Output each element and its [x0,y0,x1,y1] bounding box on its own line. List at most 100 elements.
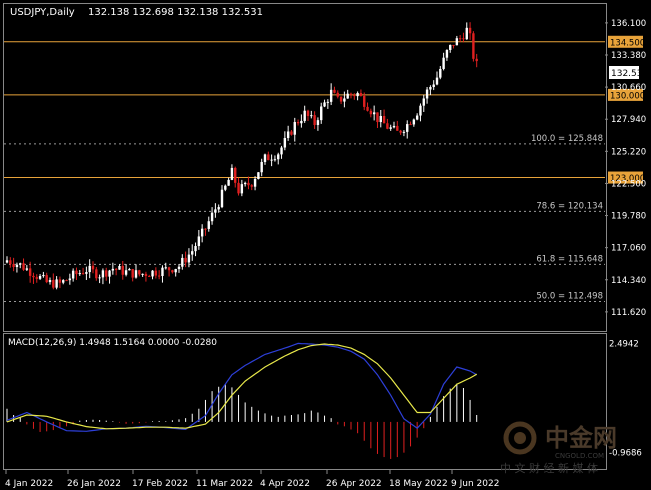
candle-body [343,98,346,102]
candle-body [253,179,257,187]
candle-body [85,272,88,274]
candle-body [144,273,148,277]
candle-body [32,275,35,278]
candle-body [148,276,151,278]
candle-body [237,182,240,194]
price-tick-label: 111.620 [611,308,646,318]
candle-body [399,130,402,133]
candle-body [207,221,210,229]
candle-body [396,125,399,131]
candle-body [445,49,449,58]
candle-body [346,93,349,99]
watermark-tagline: 中 文 财 经 新 媒 体 [500,461,598,475]
candle-body [214,209,217,213]
candle-body [392,125,396,128]
candle-body [138,270,141,275]
candle-body [310,115,313,117]
candle-body [234,167,237,183]
candle-body [273,159,277,161]
candle-body [197,236,201,247]
candle-body [62,280,65,283]
candle-body [432,84,435,88]
candle-body [465,27,468,40]
candle-body [376,112,379,123]
price-tick-label: 127.940 [611,115,646,125]
candle-body [409,124,412,126]
candle-body [187,254,191,263]
candle-body [263,154,267,162]
candle-body [71,270,75,279]
time-tick-label: 17 Feb 2022 [132,479,188,489]
time-tick-label: 11 Mar 2022 [196,479,253,489]
candle-body [68,278,72,281]
time-tick-label: 26 Jan 2022 [67,479,121,489]
candle-body [240,184,244,194]
candle-body [419,105,422,116]
candle-body [363,95,366,107]
candle-body [333,89,336,93]
macd-tick-label: -0.9686 [609,448,642,458]
candle-body [81,273,85,275]
chart-root: 100.0 = 125.848 78.6 = 120.134 61.8 = 115.… [0,0,651,490]
candle-body [435,77,439,85]
watermark-title: 中金网 [545,424,617,452]
candle-body [9,260,12,265]
candle-body [286,131,290,139]
candle-body [154,270,158,276]
candle-body [108,270,111,277]
candle-body [114,268,118,270]
candle-body [296,122,300,124]
candle-body [402,131,406,133]
candle-body [224,185,227,190]
candle-body [95,269,98,279]
candle-body [458,38,462,40]
svg-text:132.531: 132.531 [611,69,648,79]
candle-body [475,58,478,62]
candle-body [157,275,161,277]
price-tick-label: 133.380 [611,51,646,61]
candle-body [65,280,68,282]
time-tick-label: 4 Apr 2022 [260,479,310,489]
candle-body [379,116,382,123]
candle-body [184,257,187,263]
price-tick-label: 125.220 [611,147,646,157]
watermark-domain: CNGOLD.COM [555,452,604,460]
time-tick-label: 26 Apr 2022 [326,479,382,489]
candle-body [323,102,326,107]
candle-body [455,38,459,46]
price-tick-label: 136.100 [611,19,646,29]
candle-body [326,101,330,103]
candle-body [449,44,452,50]
candle-body [227,179,230,186]
price-tick-label: 130.660 [611,83,646,93]
candle-body [267,154,270,161]
price-tick-label: 119.780 [611,212,646,222]
time-tick-label: 18 May 2022 [389,479,448,489]
candle-body [353,94,356,97]
candle-body [22,263,25,270]
candle-body [28,268,32,276]
time-tick-label: 4 Jan 2022 [5,479,53,489]
candle-body [313,115,316,125]
candle-body [359,92,363,96]
candle-body [356,92,359,97]
candle-body [257,172,260,180]
candle-body [48,279,52,283]
candle-body [52,279,55,288]
candle-body [12,264,15,268]
candle-body [372,112,376,115]
candle-body [303,110,306,121]
candle-body [174,269,177,273]
candle-body [382,116,386,124]
candle-body [161,267,164,277]
candle-body [141,273,144,275]
candle-body [5,260,9,263]
candle-body [25,268,29,270]
candle-body [15,264,19,268]
chart-background [0,0,651,490]
candle-body [468,27,472,34]
candle-body [283,138,287,148]
candle-body [105,270,108,277]
candle-body [349,93,353,95]
candle-body [472,33,475,59]
